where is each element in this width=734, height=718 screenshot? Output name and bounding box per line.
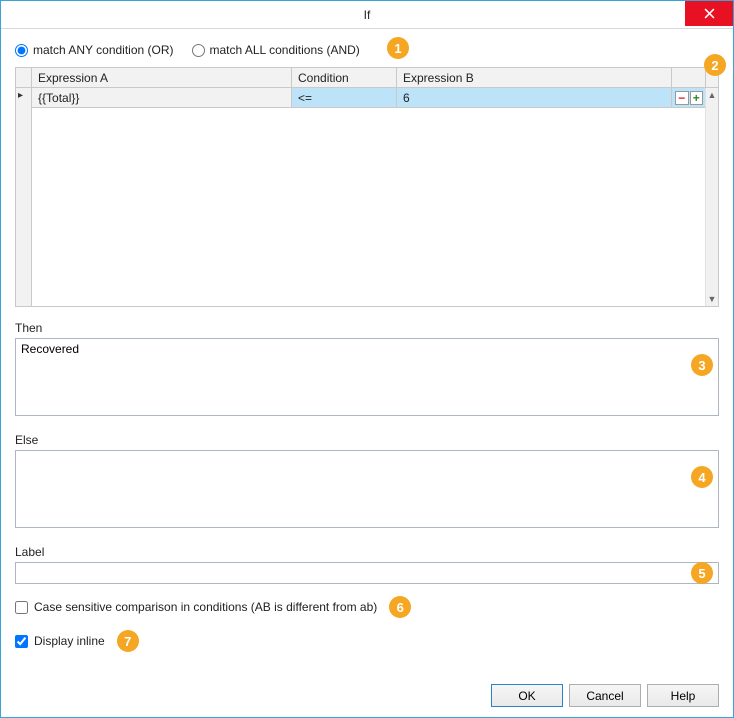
col-header-expr-b[interactable]: Expression B (397, 68, 672, 87)
remove-row-button[interactable]: − (675, 91, 689, 105)
match-any-radio[interactable]: match ANY condition (OR) (15, 43, 174, 57)
scroll-up-icon[interactable]: ▲ (706, 88, 718, 102)
cell-expr-a[interactable]: {{Total}} (32, 88, 292, 108)
close-icon (704, 8, 715, 19)
grid-scroll-corner (705, 68, 718, 88)
col-header-condition[interactable]: Condition (292, 68, 397, 87)
table-row[interactable]: {{Total}} <= 6 − + (32, 88, 705, 108)
then-label: Then (15, 321, 719, 335)
cell-actions: − + (672, 88, 705, 108)
else-label: Else (15, 433, 719, 447)
window-title: If (364, 8, 371, 22)
conditions-grid: Expression A Condition Expression B ▸ {{… (15, 67, 719, 307)
callout-7: 7 (117, 630, 139, 652)
close-button[interactable] (685, 1, 733, 26)
row-marker-icon: ▸ (18, 90, 23, 101)
grid-body: {{Total}} <= 6 − + (32, 88, 705, 306)
match-all-label: match ALL conditions (AND) (210, 43, 360, 57)
grid-header: Expression A Condition Expression B (32, 68, 705, 88)
display-inline-row: Display inline 7 (15, 630, 719, 652)
display-inline-checkbox[interactable] (15, 635, 28, 648)
callout-1: 1 (387, 37, 409, 59)
match-mode-group: match ANY condition (OR) match ALL condi… (15, 41, 719, 67)
title-bar: If (1, 1, 733, 29)
label-field-label: Label (15, 545, 719, 559)
scroll-down-icon[interactable]: ▼ (706, 292, 718, 306)
match-any-label: match ANY condition (OR) (33, 43, 174, 57)
grid-corner (16, 68, 32, 88)
grid-row-gutter: ▸ (16, 88, 32, 306)
then-input[interactable] (15, 338, 719, 416)
match-all-radio-input[interactable] (192, 44, 205, 57)
dialog-footer: OK Cancel Help (491, 684, 719, 707)
case-sensitive-checkbox[interactable] (15, 601, 28, 614)
col-header-actions (672, 68, 705, 87)
label-input[interactable] (15, 562, 719, 584)
cell-expr-b[interactable]: 6 (397, 88, 672, 108)
display-inline-label: Display inline (34, 634, 105, 648)
callout-6: 6 (389, 596, 411, 618)
else-input[interactable] (15, 450, 719, 528)
cancel-button[interactable]: Cancel (569, 684, 641, 707)
match-all-radio[interactable]: match ALL conditions (AND) (192, 43, 360, 57)
case-sensitive-label: Case sensitive comparison in conditions … (34, 600, 377, 614)
case-sensitive-row: Case sensitive comparison in conditions … (15, 596, 719, 618)
grid-scrollbar[interactable]: ▲ ▼ (705, 88, 718, 306)
col-header-expr-a[interactable]: Expression A (32, 68, 292, 87)
cell-condition[interactable]: <= (292, 88, 397, 108)
add-row-button[interactable]: + (690, 91, 704, 105)
match-any-radio-input[interactable] (15, 44, 28, 57)
help-button[interactable]: Help (647, 684, 719, 707)
ok-button[interactable]: OK (491, 684, 563, 707)
